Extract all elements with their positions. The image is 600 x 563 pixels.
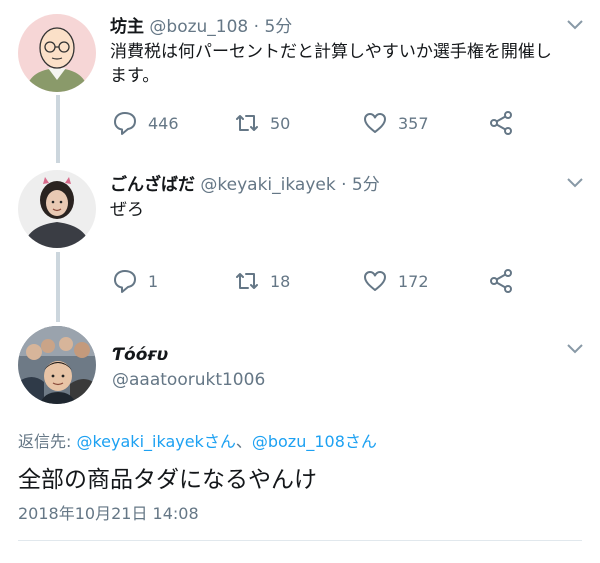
tweet3-handle-row: @aaatoorukt1006 (112, 370, 265, 390)
like-button[interactable]: 172 (362, 268, 429, 294)
tweet1-text-line1: 消費税は何パーセントだと計算しやすいか選手権を開催し (110, 42, 552, 62)
avatar-tooru-photo (18, 326, 96, 404)
mention-keyaki[interactable]: @keyaki_ikayekさん (76, 432, 235, 451)
tweet3-name-row: Ƭόόғυ (112, 345, 168, 365)
like-button[interactable]: 357 (362, 110, 429, 136)
tweet1-name[interactable]: 坊主 (110, 17, 144, 37)
retweet-button[interactable]: 50 (234, 110, 290, 136)
tweet1-separator: · (253, 17, 260, 37)
share-icon (490, 111, 512, 135)
tweet2-separator: · (341, 175, 347, 195)
tweet1-header: 坊主 @bozu_108 · 5分 (110, 12, 292, 37)
mention-bozu[interactable]: @bozu_108さん (252, 432, 377, 451)
tweet1-handle[interactable]: @bozu_108 (149, 17, 248, 37)
share-button[interactable] (488, 110, 514, 136)
reply-joiner: 、 (235, 432, 252, 451)
like-icon (364, 271, 386, 291)
share-icon (490, 269, 512, 293)
divider (18, 540, 582, 541)
avatar-gonzabada-photo (18, 170, 96, 248)
avatar-bozu-illustration (18, 14, 96, 92)
thread-line-2 (56, 252, 60, 322)
reply-count: 1 (148, 271, 159, 291)
chevron-down-icon[interactable] (565, 342, 585, 356)
reply-count: 446 (148, 113, 179, 133)
tweet2-header: ごんざばだ @keyaki_ikayek · 5分 (110, 170, 380, 195)
like-icon (364, 113, 386, 133)
tweet3-text: 全部の商品タダになるやんけ (18, 467, 317, 493)
like-count: 172 (398, 271, 429, 291)
tweet1-text-line2: ます。 (110, 66, 160, 86)
avatar-tooru[interactable] (18, 326, 96, 404)
tweet2-time[interactable]: 5分 (352, 175, 380, 195)
tweet2-text: ぜろ (110, 200, 144, 220)
tweet2-name[interactable]: ごんざばだ (110, 175, 195, 195)
retweet-button[interactable]: 18 (234, 268, 290, 294)
tweet1-text: 消費税は何パーセントだと計算しやすいか選手権を開催し ます。 (110, 40, 552, 88)
share-button[interactable] (488, 268, 514, 294)
tweet2-handle[interactable]: @keyaki_ikayek (200, 175, 335, 195)
reply-icon (114, 270, 136, 293)
chevron-down-icon[interactable] (565, 18, 585, 32)
like-count: 357 (398, 113, 429, 133)
avatar-gonzabada[interactable] (18, 170, 96, 248)
reply-prefix: 返信先: (18, 432, 77, 451)
avatar-bozu[interactable] (18, 14, 96, 92)
retweet-count: 50 (270, 113, 291, 133)
reply-button[interactable]: 1 (112, 268, 158, 294)
chevron-down-icon[interactable] (565, 176, 585, 190)
replying-to: 返信先: @keyaki_ikayekさん、@bozu_108さん (18, 428, 377, 452)
thread-line-1 (56, 95, 60, 163)
reply-button[interactable]: 446 (112, 110, 179, 136)
reply-icon (114, 112, 136, 135)
retweet-count: 18 (270, 271, 291, 291)
retweet-icon (236, 115, 258, 131)
tweet3-handle[interactable]: @aaatoorukt1006 (112, 370, 265, 390)
retweet-icon (236, 273, 258, 289)
tweet3-timestamp[interactable]: 2018年10月21日 14:08 (18, 500, 199, 524)
tweet1-time[interactable]: 5分 (264, 17, 292, 37)
tweet3-name[interactable]: Ƭόόғυ (112, 345, 168, 365)
